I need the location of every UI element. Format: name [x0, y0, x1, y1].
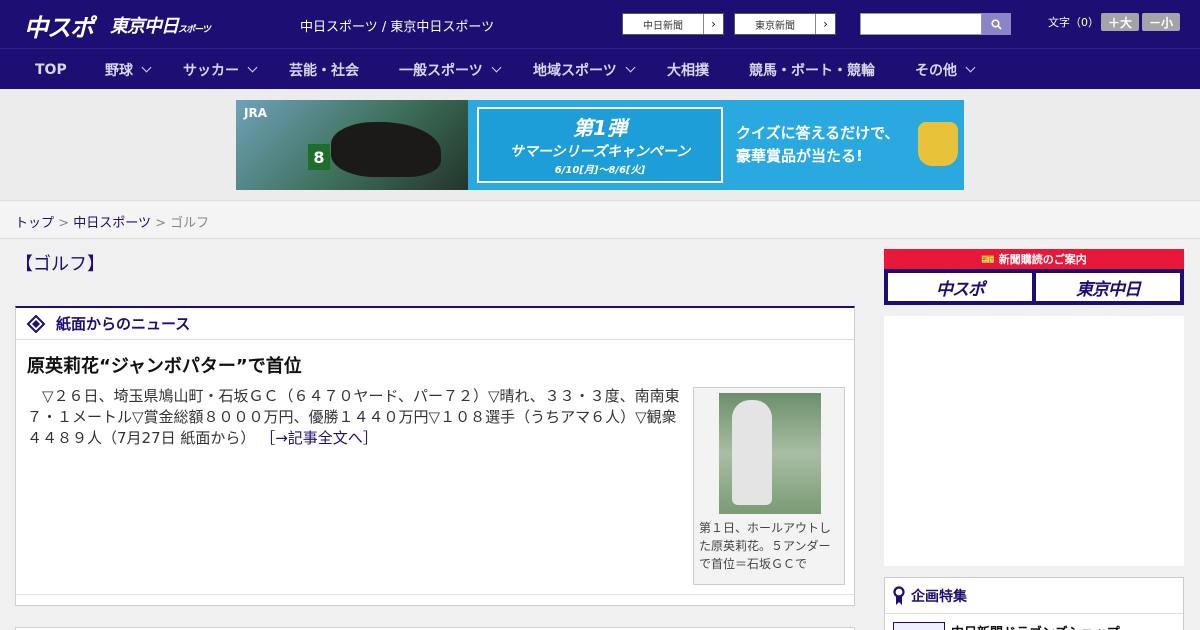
- feature-header: 企画特集: [885, 578, 1183, 614]
- nav-item-racing[interactable]: 競馬・ボート・競輪: [749, 49, 875, 90]
- search-button[interactable]: [982, 13, 1011, 35]
- nav-item-sumo[interactable]: 大相撲: [667, 49, 709, 90]
- chevron-right-icon: ›: [703, 14, 723, 34]
- ad-band: JRA 8 第1弾 サマーシリーズキャンペーン 6/10[月]～8/6[火] ク…: [0, 89, 1200, 200]
- breadcrumb-home[interactable]: トップ: [15, 216, 54, 231]
- nav-item-entertainment[interactable]: 芸能・社会: [289, 49, 359, 90]
- golfer-figure: [732, 400, 772, 505]
- search-icon: [991, 18, 1002, 30]
- nav-item-regional-sports[interactable]: 地域スポーツ: [533, 49, 636, 90]
- chevron-down-icon: [965, 62, 976, 73]
- font-size-label: 文字（0）: [1048, 16, 1099, 29]
- nav-label: その他: [915, 62, 957, 79]
- campaign-card: 第1弾 サマーシリーズキャンペーン 6/10[月]～8/6[火]: [477, 107, 723, 183]
- nav-label: 芸能・社会: [289, 62, 359, 79]
- quiz-line-1: クイズに答えるだけで、: [736, 124, 900, 142]
- feature-section: 企画特集 中日新聞ドラゴンズショップ: [884, 577, 1184, 630]
- chevron-down-icon: [247, 62, 258, 73]
- font-smaller-button[interactable]: －小: [1142, 13, 1180, 31]
- feature-item[interactable]: 中日新聞ドラゴンズショップ: [893, 622, 1120, 630]
- medal-icon: [893, 585, 905, 605]
- chevron-down-icon: [491, 62, 502, 73]
- nav-label: 大相撲: [667, 62, 709, 79]
- sidebar-ad[interactable]: [884, 316, 1184, 566]
- breadcrumb: トップ > 中日スポーツ > ゴルフ: [15, 212, 209, 231]
- breadcrumb-separator: >: [155, 216, 166, 231]
- quiz-line-2: 豪華賞品が当たる!: [736, 147, 863, 165]
- breadcrumb-separator: >: [58, 216, 70, 231]
- nav-label: TOP: [35, 61, 67, 78]
- article-summary: ▽２６日、埼玉県鳩山町・石坂ＧＣ（６４７０ヤード、パー７２）▽晴れ、３３・３度、…: [27, 386, 687, 449]
- nav-item-soccer[interactable]: サッカー: [183, 49, 258, 90]
- chevron-down-icon: [141, 62, 152, 73]
- site-title[interactable]: 中日スポーツ / 東京中日スポーツ: [300, 16, 494, 35]
- news-section-header: 紙面からのニュース: [16, 308, 854, 340]
- campaign-title: 第1弾: [573, 116, 627, 140]
- ticket-icon: 🎫: [981, 252, 999, 266]
- subscribe-chuspo-button[interactable]: 中スポ: [888, 273, 1032, 301]
- chunichi-shimbun-link[interactable]: 中日新聞 ›: [622, 13, 724, 35]
- subscription-heading: 🎫 新聞購読のご案内: [884, 249, 1184, 269]
- nav-label: サッカー: [183, 62, 239, 79]
- chevron-down-icon: [625, 62, 636, 73]
- breadcrumb-current: ゴルフ: [170, 216, 210, 231]
- paper-link-label: 中日新聞: [643, 20, 683, 32]
- nav-item-general-sports[interactable]: 一般スポーツ: [399, 49, 502, 90]
- article-headline[interactable]: 原英莉花“ジャンボパター”で首位: [27, 352, 302, 378]
- tokyo-shimbun-link[interactable]: 東京新聞 ›: [734, 13, 836, 35]
- feature-heading: 企画特集: [911, 588, 967, 605]
- trophy-icon: [918, 122, 958, 166]
- nav-item-top[interactable]: TOP: [35, 49, 67, 90]
- divider: [16, 594, 854, 595]
- tokyo-logo-text: 東京中日: [110, 16, 179, 37]
- nav-item-baseball[interactable]: 野球: [105, 49, 152, 90]
- jra-logo: JRA: [244, 106, 267, 120]
- nav-label: 一般スポーツ: [399, 62, 483, 79]
- feature-thumbnail: [893, 622, 945, 630]
- nav-label: 競馬・ボート・競輪: [749, 62, 875, 79]
- nav-label: 野球: [105, 62, 133, 79]
- font-larger-button[interactable]: ＋大: [1101, 13, 1139, 31]
- saddle-number: 8: [308, 144, 330, 170]
- paper-link-label: 東京新聞: [755, 20, 795, 32]
- read-more-link[interactable]: ［→記事全文へ］: [260, 429, 378, 447]
- news-section-heading: 紙面からのニュース: [56, 315, 191, 333]
- article-photo[interactable]: 第１日、ホールアウトした原英莉花。５アンダーで首位＝石坂ＧＣで: [693, 387, 845, 585]
- page-title: 【ゴルフ】: [15, 254, 105, 275]
- jra-campaign-banner[interactable]: JRA 8 第1弾 サマーシリーズキャンペーン 6/10[月]～8/6[火] ク…: [236, 100, 964, 190]
- top-header: 中スポ 東京中日スポーツ 中日スポーツ / 東京中日スポーツ 中日新聞 › 東京…: [0, 0, 1200, 48]
- chevron-right-icon: ›: [815, 14, 835, 34]
- quiz-text: クイズに答えるだけで、 豪華賞品が当たる!: [736, 122, 900, 168]
- feature-item-label: 中日新聞ドラゴンズショップ: [951, 622, 1120, 630]
- photo-caption: 第１日、ホールアウトした原英莉花。５アンダーで首位＝石坂ＧＣで: [699, 521, 832, 571]
- subscription-heading-text: 新聞購読のご案内: [998, 253, 1087, 266]
- nav-item-other[interactable]: その他: [915, 49, 976, 90]
- subscription-box: 🎫 新聞購読のご案内 中スポ 東京中日: [884, 249, 1184, 305]
- search-input[interactable]: [860, 13, 982, 35]
- breadcrumb-section[interactable]: 中日スポーツ: [73, 216, 151, 231]
- tokyo-chunichi-logo[interactable]: 東京中日スポーツ: [110, 12, 211, 38]
- newspaper-icon: [26, 314, 46, 333]
- chuspo-logo[interactable]: 中スポ: [24, 8, 94, 43]
- campaign-name: サマーシリーズキャンペーン: [509, 144, 691, 160]
- tokyo-logo-sub: スポーツ: [178, 25, 211, 35]
- campaign-dates: 6/10[月]～8/6[火]: [554, 165, 646, 176]
- nav-label: 地域スポーツ: [533, 62, 617, 79]
- main-nav: TOP 野球 サッカー 芸能・社会 一般スポーツ 地域スポーツ 大相撲 競馬・ボ…: [0, 48, 1200, 89]
- breadcrumb-bar: トップ > 中日スポーツ > ゴルフ: [0, 200, 1200, 239]
- subscribe-tokyo-button[interactable]: 東京中日: [1036, 273, 1180, 301]
- news-section: 紙面からのニュース 原英莉花“ジャンボパター”で首位 ▽２６日、埼玉県鳩山町・石…: [15, 306, 855, 606]
